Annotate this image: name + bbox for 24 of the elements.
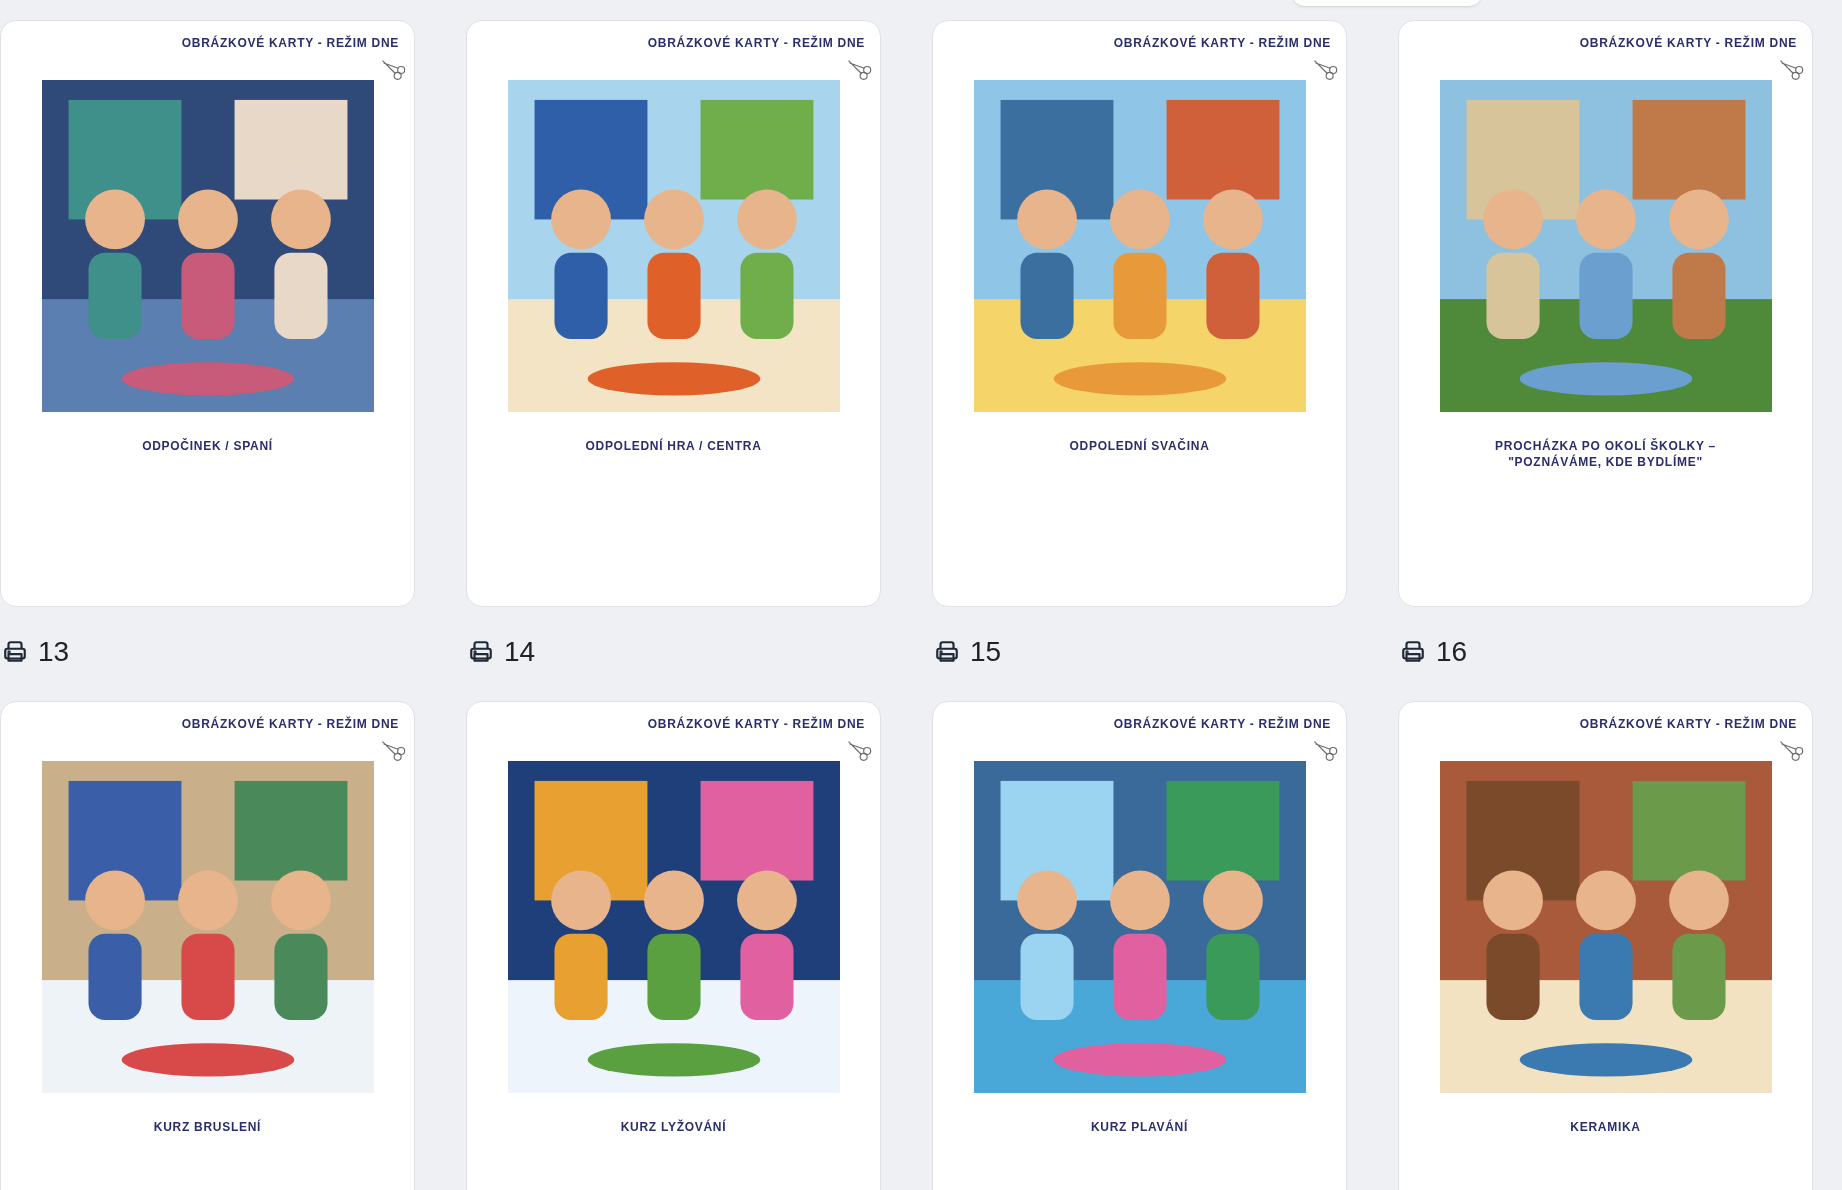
print-icon[interactable]: [1400, 639, 1426, 665]
card-title: ODPOČINEK / SPANÍ: [141, 438, 274, 454]
print-count: 16: [1436, 635, 1468, 669]
card-category: OBRÁZKOVÉ KARTY - REŽIM DNE: [181, 715, 399, 733]
card-category: OBRÁZKOVÉ KARTY - REŽIM DNE: [1113, 715, 1331, 733]
card-category: OBRÁZKOVÉ KARTY - REŽIM DNE: [1579, 715, 1797, 733]
card-category: OBRÁZKOVÉ KARTY - REŽIM DNE: [647, 715, 865, 733]
print-icon[interactable]: [468, 639, 494, 665]
card-title: ODPOLEDNÍ HRA / CENTRA: [584, 438, 763, 454]
card-title: KURZ LYŽOVÁNÍ: [619, 1119, 728, 1135]
card-category: OBRÁZKOVÉ KARTY - REŽIM DNE: [1579, 34, 1797, 52]
card-category: OBRÁZKOVÉ KARTY - REŽIM DNE: [1113, 34, 1331, 52]
print-count: 15: [970, 635, 1002, 669]
print-icon[interactable]: [2, 639, 28, 665]
card-category: OBRÁZKOVÉ KARTY - REŽIM DNE: [181, 34, 399, 52]
print-icon[interactable]: [934, 639, 960, 665]
card-title: KURZ BRUSLENÍ: [152, 1119, 263, 1135]
print-count: 13: [38, 635, 70, 669]
card-title: ODPOLEDNÍ SVAČINA: [1068, 438, 1211, 454]
card-title: PROCHÁZKA PO OKOLÍ ŠKOLKY – "POZNÁVÁME, KDE BYDLÍME": [1494, 438, 1717, 470]
print-count: 14: [504, 635, 536, 669]
card-title: KURZ PLAVÁNÍ: [1089, 1119, 1190, 1135]
card-category: OBRÁZKOVÉ KARTY - REŽIM DNE: [647, 34, 865, 52]
card-title: KERAMIKA: [1569, 1119, 1642, 1135]
